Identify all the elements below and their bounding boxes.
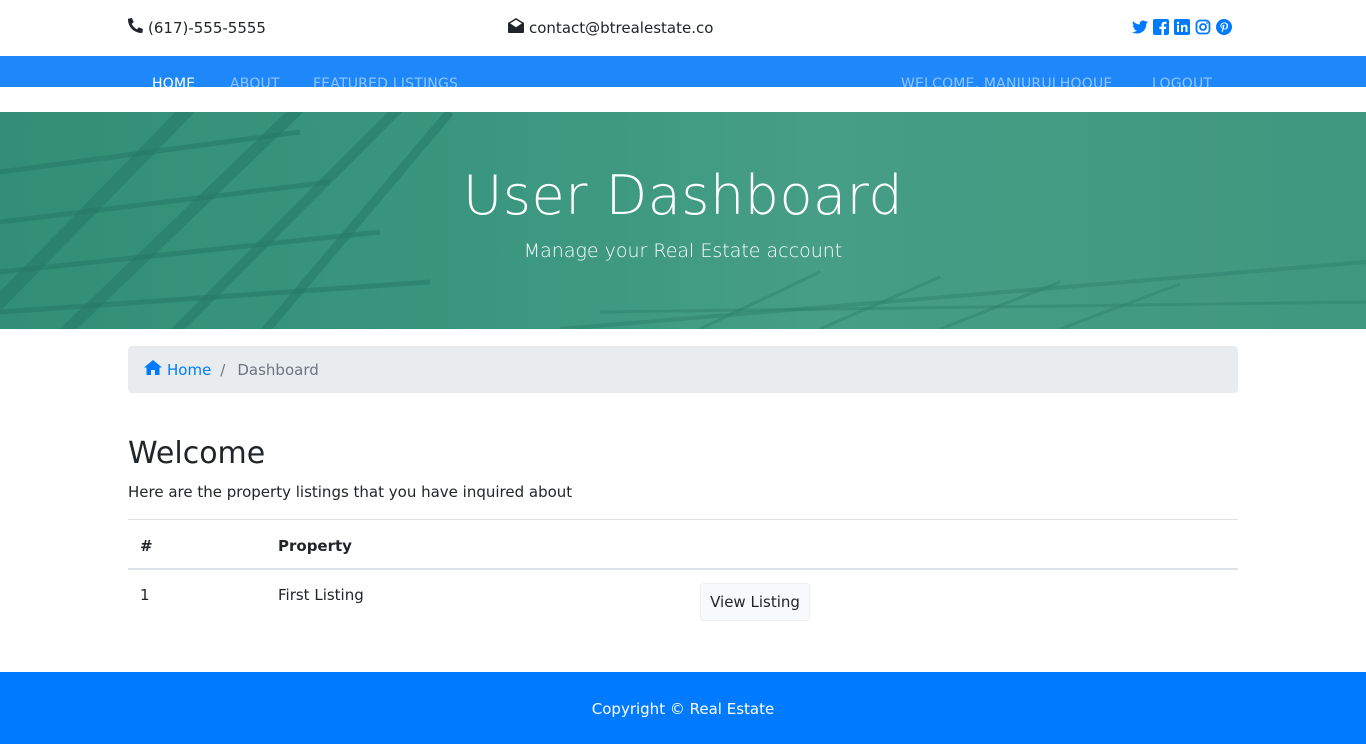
email-contact: contact@btrealestate.co bbox=[508, 18, 713, 37]
phone-icon bbox=[128, 18, 143, 37]
nav-home[interactable]: Home bbox=[152, 76, 195, 87]
footer-copyright: Copyright © Real Estate bbox=[591, 700, 775, 718]
social-links bbox=[1132, 19, 1232, 35]
navbar-spacer bbox=[0, 87, 1366, 112]
nav-about[interactable]: About bbox=[230, 76, 280, 87]
top-contact-bar: (617)-555-5555 contact@btrealestate.co bbox=[0, 0, 1366, 56]
breadcrumb-home-label: Home bbox=[167, 360, 212, 379]
hero-subtitle: Manage your Real Estate account bbox=[523, 240, 843, 262]
phone-number: (617)-555-5555 bbox=[148, 18, 266, 37]
linkedin-icon[interactable] bbox=[1174, 19, 1190, 35]
column-header-number: # bbox=[140, 537, 153, 555]
page-title: Welcome bbox=[128, 436, 266, 471]
instagram-icon[interactable] bbox=[1195, 19, 1211, 35]
breadcrumb-home-link[interactable]: Home bbox=[144, 360, 211, 379]
home-icon bbox=[144, 360, 162, 379]
footer: Copyright © Real Estate bbox=[0, 672, 1366, 744]
nav-logout[interactable]: Logout bbox=[1152, 76, 1212, 87]
breadcrumb: Home / Dashboard bbox=[128, 346, 1238, 393]
column-header-property: Property bbox=[278, 537, 352, 555]
breadcrumb-separator: / bbox=[220, 360, 226, 379]
hero-title: User Dashboard bbox=[462, 164, 904, 227]
breadcrumb-current: Dashboard bbox=[237, 360, 319, 379]
row-property-name: First Listing bbox=[278, 586, 364, 604]
nav-welcome-user: Welcome, Manjurulhoque bbox=[901, 76, 1113, 87]
table-row: 1 First Listing View Listing bbox=[128, 570, 1238, 630]
view-listing-button[interactable]: View Listing bbox=[700, 583, 810, 621]
pinterest-icon[interactable] bbox=[1216, 19, 1232, 35]
intro-text: Here are the property listings that you … bbox=[128, 483, 573, 501]
main-navbar: Home About Featured Listings Welcome, Ma… bbox=[0, 56, 1366, 87]
twitter-icon[interactable] bbox=[1132, 19, 1148, 35]
phone-contact: (617)-555-5555 bbox=[128, 18, 266, 37]
row-number: 1 bbox=[140, 586, 150, 604]
facebook-icon[interactable] bbox=[1153, 19, 1169, 35]
inquiries-table: # Property 1 First Listing View Listing bbox=[128, 519, 1238, 630]
table-header: # Property bbox=[128, 520, 1238, 570]
email-address: contact@btrealestate.co bbox=[529, 18, 714, 37]
nav-featured-listings[interactable]: Featured Listings bbox=[313, 76, 458, 87]
hero-banner: User Dashboard Manage your Real Estate a… bbox=[0, 112, 1366, 329]
envelope-open-icon bbox=[508, 18, 524, 37]
